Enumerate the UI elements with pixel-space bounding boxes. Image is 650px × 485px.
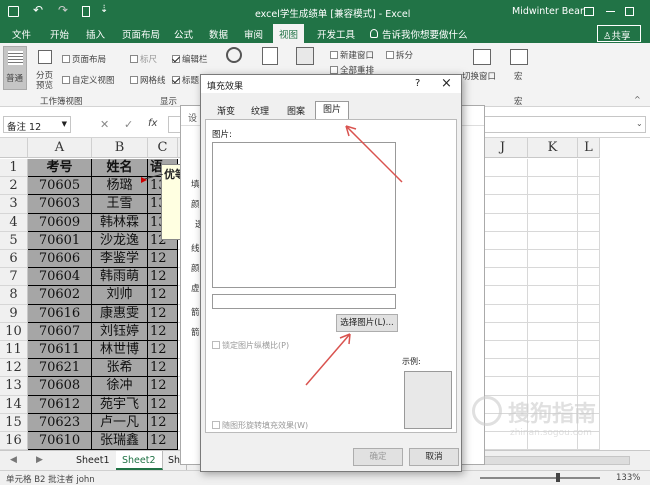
watermark-logo-icon	[472, 396, 502, 426]
arrow-to-picture-tab	[345, 125, 403, 183]
arrow-to-select-button	[305, 333, 351, 386]
watermark-text: 搜狗指南	[508, 402, 597, 427]
watermark: 搜狗指南 zhinan.sogou.com	[470, 392, 646, 444]
watermark-sub: zhinan.sogou.com	[510, 428, 592, 438]
